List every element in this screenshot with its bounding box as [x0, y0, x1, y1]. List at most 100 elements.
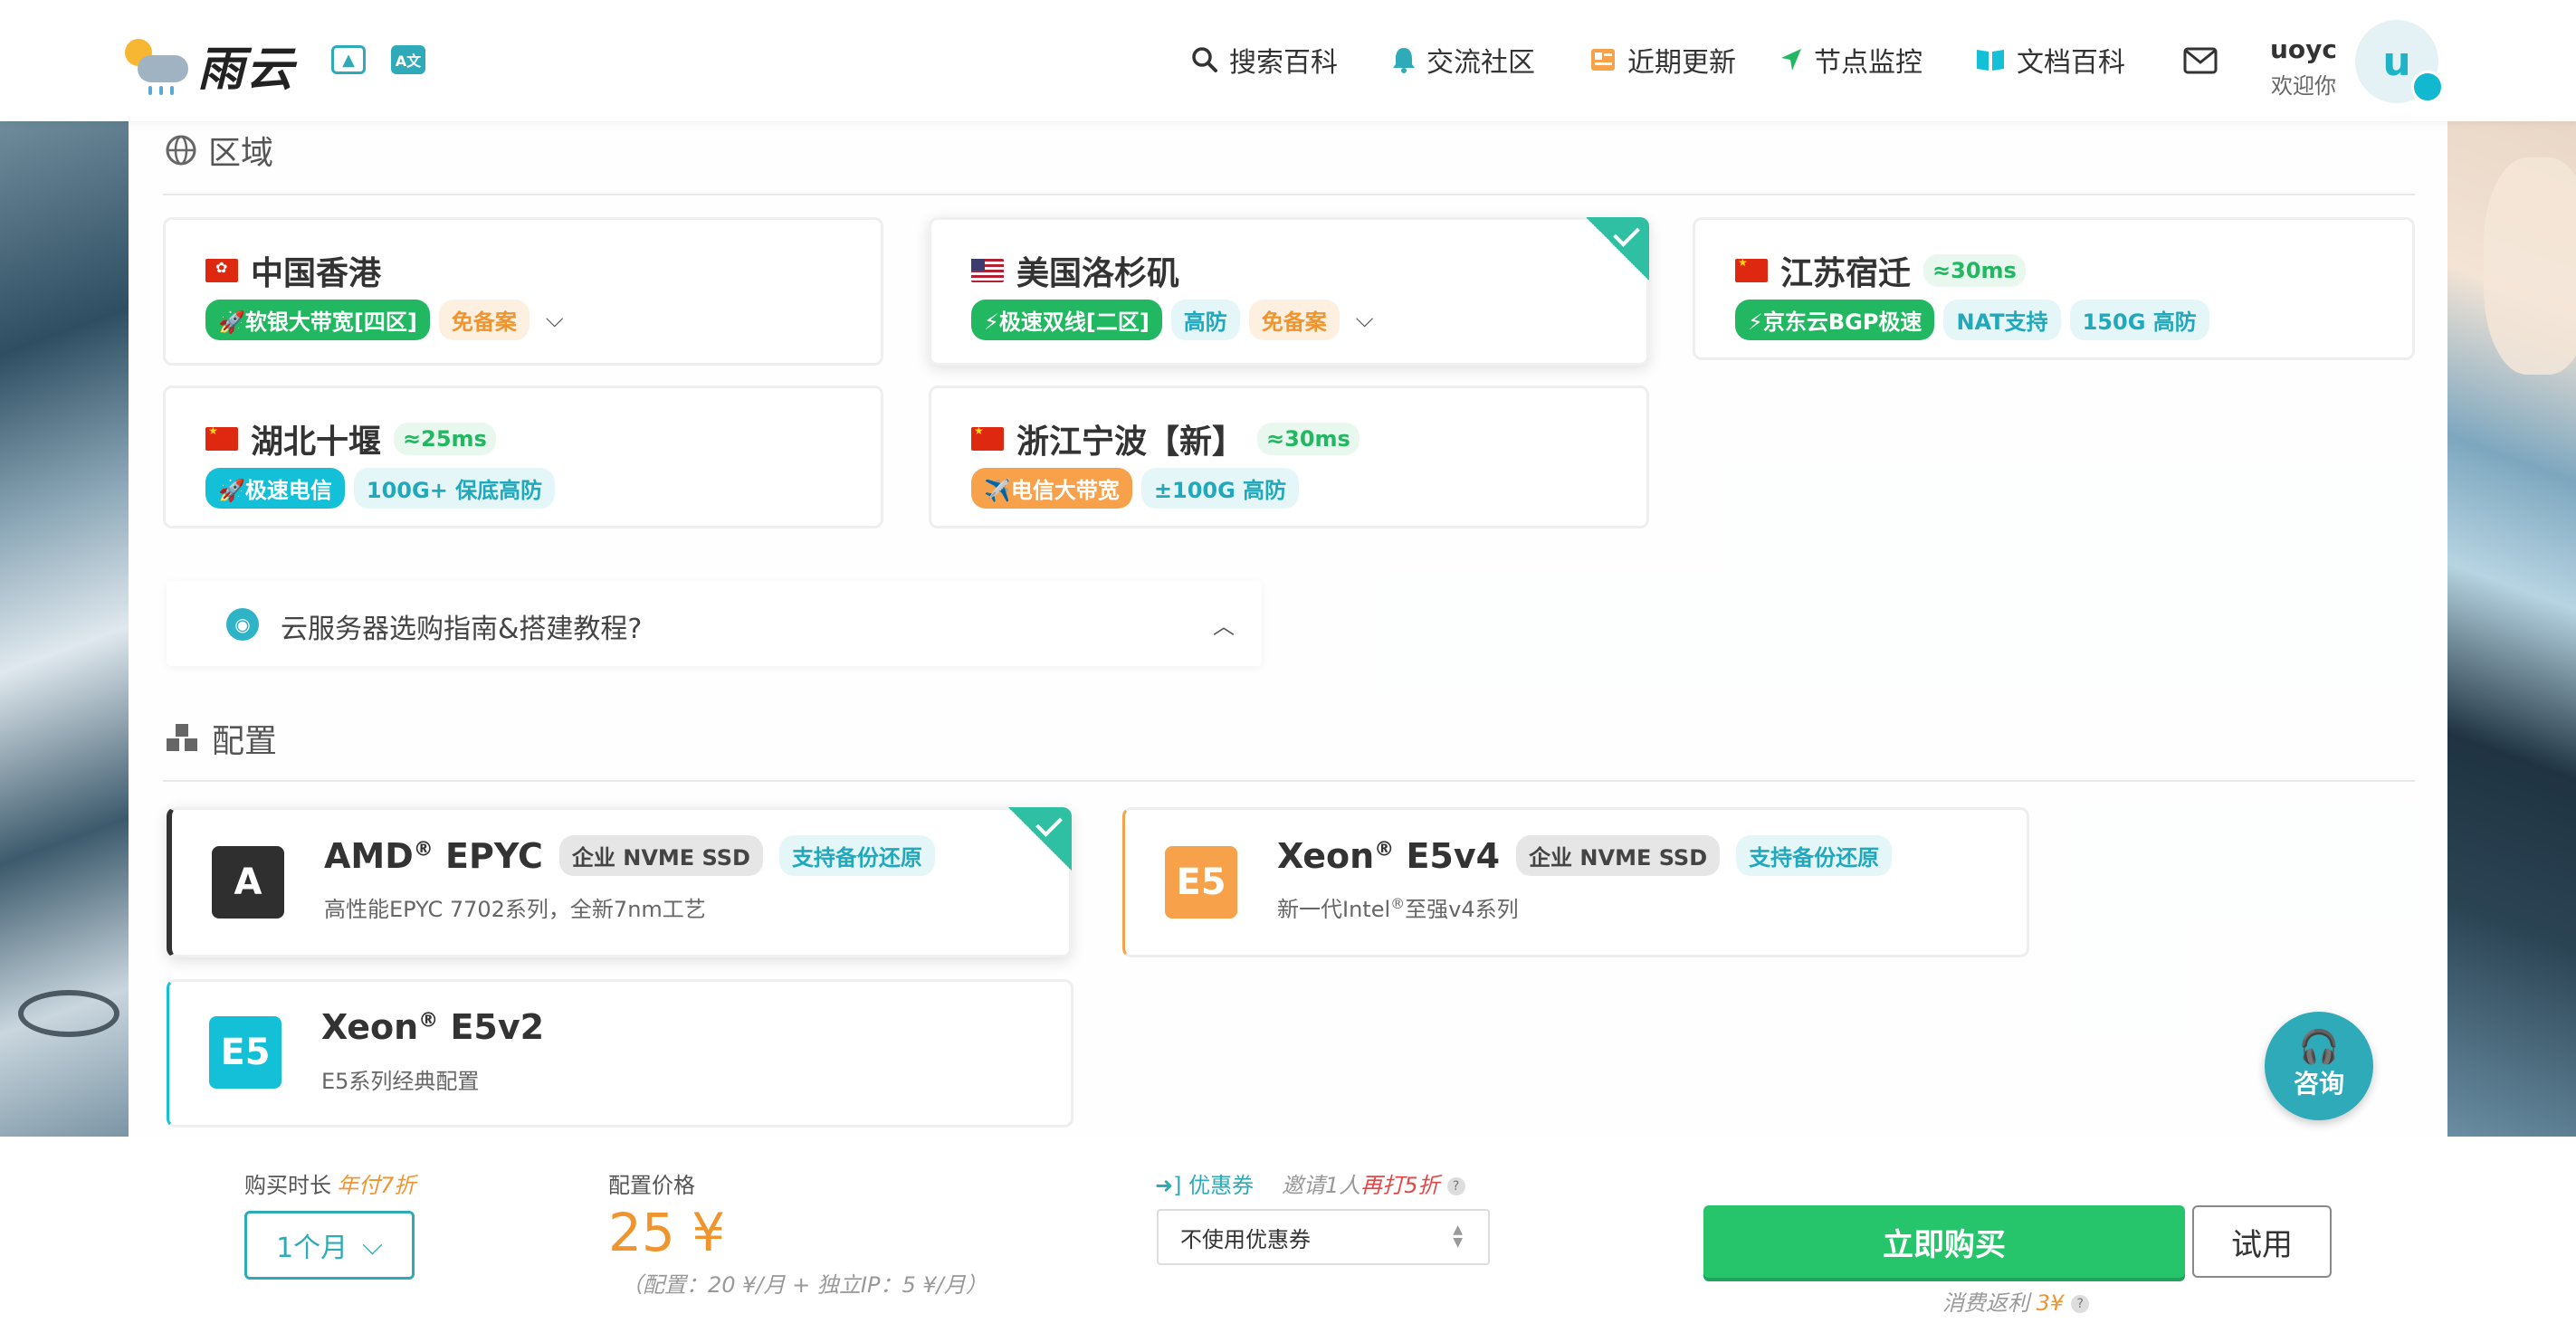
- user-info[interactable]: uoyc 欢迎你: [2270, 34, 2337, 100]
- cfg-name-main: AMD: [324, 835, 414, 876]
- rain-cloud-icon: [123, 35, 192, 95]
- config-section-title: 配置: [165, 715, 277, 762]
- tag: ±100G 高防: [1140, 468, 1300, 509]
- nav-community[interactable]: 交流社区: [1392, 40, 1535, 80]
- region-card-ningbo[interactable]: 浙江宁波【新】 ≈30ms ✈️电信大带宽 ±100G 高防: [929, 385, 1649, 528]
- book-icon: [1977, 50, 2004, 71]
- tag: 🚀极速电信: [205, 468, 345, 509]
- bell-icon: [1393, 48, 1415, 73]
- chevron-up-icon[interactable]: ︿: [1213, 608, 1235, 640]
- cpu-letter-icon: E5: [209, 1016, 281, 1089]
- mail-icon[interactable]: [2183, 47, 2218, 74]
- price-value: 25 ¥: [608, 1202, 726, 1263]
- registered-mark: ®: [1374, 837, 1395, 861]
- config-card-amd-epyc[interactable]: A AMD® EPYC 企业 NVME SSD 支持备份还原 高性能EPYC 7…: [167, 807, 1072, 957]
- coupon-label-text: 优惠券: [1188, 1173, 1255, 1198]
- region-card-hongkong[interactable]: 中国香港 🚀软银大带宽[四区] 免备案 ⌵: [163, 217, 883, 366]
- nav-search[interactable]: 搜索百科: [1191, 40, 1338, 80]
- question-icon[interactable]: ?: [1446, 1177, 1465, 1195]
- region-tags: ✈️电信大带宽 ±100G 高防: [971, 468, 1300, 509]
- globe-icon: [166, 135, 196, 166]
- registered-mark: ®: [418, 1009, 439, 1033]
- region-name-row: 浙江宁波【新】 ≈30ms: [971, 415, 1360, 462]
- region-name-row: 中国香港: [205, 247, 381, 294]
- invite-text: 邀请1人: [1282, 1173, 1361, 1198]
- coupon-select[interactable]: 不使用优惠券 ▲ ▼: [1157, 1209, 1490, 1265]
- config-card-xeon-e5v2[interactable]: E5 Xeon® E5v2 E5系列经典配置: [167, 979, 1073, 1128]
- invite-promo[interactable]: 邀请1人再打5折?: [1282, 1167, 1465, 1199]
- tag: ⚡京东云BGP极速: [1735, 300, 1935, 340]
- avatar-letter: u: [2382, 38, 2411, 85]
- trial-button[interactable]: 试用: [2192, 1205, 2332, 1278]
- region-name: 浙江宁波【新】: [1016, 424, 1245, 461]
- config-title-text: 配置: [212, 723, 278, 760]
- tag: 150G 高防: [2069, 300, 2209, 340]
- cfg-desc: 高性能EPYC 7702系列，全新7nm工艺: [324, 897, 706, 922]
- tag: 高防: [1170, 300, 1240, 340]
- region-name-row: 湖北十堰 ≈25ms: [205, 415, 496, 462]
- question-icon[interactable]: ?: [2071, 1295, 2090, 1313]
- cfg-desc-pre: 新一代Intel: [1277, 897, 1391, 922]
- duration-select[interactable]: 1个月 ⌵: [244, 1211, 415, 1280]
- rebate-value: 3¥: [2036, 1290, 2065, 1316]
- background-art-left: [0, 121, 129, 1137]
- badge: 支持备份还原: [1736, 835, 1893, 876]
- nav-docs[interactable]: 文档百科: [1975, 40, 2125, 80]
- cfg-name-suffix: EPYC: [445, 835, 543, 876]
- search-icon: [1192, 47, 1217, 72]
- headset-icon: 🎧: [2298, 1029, 2340, 1066]
- cfg-name-suffix: E5v2: [450, 1007, 545, 1047]
- region-card-shiyan[interactable]: 湖北十堰 ≈25ms 🚀极速电信 100G+ 保底高防: [163, 385, 883, 528]
- cn-flag-icon: [1735, 256, 1768, 282]
- badge: 企业 NVME SSD: [558, 835, 763, 876]
- chevron-down-icon[interactable]: ⌵: [1356, 306, 1374, 334]
- registered-mark: ®: [413, 837, 434, 861]
- avatar[interactable]: u: [2355, 20, 2444, 103]
- coupon-select-value: 不使用优惠券: [1180, 1226, 1311, 1252]
- config-card-xeon-e5v4[interactable]: E5 Xeon® E5v4 企业 NVME SSD 支持备份还原 新一代Inte…: [1122, 807, 2029, 957]
- price-note: （配置：20 ¥/月 + 独立IP：5 ¥/月）: [621, 1272, 987, 1298]
- region-card-losangeles[interactable]: 美国洛杉矶 ⚡极速双线[二区] 高防 免备案 ⌵: [929, 217, 1649, 366]
- latency-badge: ≈25ms: [394, 423, 496, 455]
- duration-value: 1个月: [276, 1233, 348, 1264]
- region-name-row: 美国洛杉矶: [971, 247, 1179, 294]
- guide-collapse[interactable]: ◉ 云服务器选购指南&搭建教程? ︿: [167, 581, 1262, 666]
- guide-text: 云服务器选购指南&搭建教程?: [281, 614, 643, 645]
- cfg-name-suffix: E5v4: [1406, 835, 1501, 876]
- chevron-down-icon[interactable]: ⌵: [546, 306, 564, 334]
- nav-label: 交流社区: [1426, 47, 1535, 79]
- chevron-down-icon: ⌵: [362, 1229, 383, 1261]
- consult-label: 咨询: [2293, 1069, 2344, 1099]
- cfg-desc-post: 至强v4系列: [1405, 897, 1519, 922]
- nav-monitor[interactable]: 节点监控: [1779, 40, 1922, 80]
- buy-now-button[interactable]: 立即购买: [1703, 1205, 2185, 1278]
- eye-icon: ◉: [226, 608, 259, 641]
- tag: 100G+ 保底高防: [353, 468, 556, 509]
- divider: [163, 194, 2415, 195]
- cfg-desc: 新一代Intel®至强v4系列: [1277, 891, 1519, 923]
- location-arrow-icon: [1781, 49, 1801, 71]
- hk-flag-icon: [205, 259, 238, 282]
- divider: [163, 780, 2415, 782]
- region-card-suqian[interactable]: 江苏宿迁 ≈30ms ⚡京东云BGP极速 NAT支持 150G 高防: [1693, 217, 2415, 360]
- logo[interactable]: 雨云: [123, 31, 295, 99]
- tag: ⚡极速双线[二区]: [971, 300, 1162, 340]
- region-tags: 🚀极速电信 100G+ 保底高防: [205, 468, 556, 509]
- tag: 免备案: [438, 300, 530, 340]
- region-title-text: 区域: [208, 135, 274, 172]
- translate-icon[interactable]: A文: [391, 45, 425, 74]
- registered-mark: ®: [1390, 895, 1406, 912]
- rebate-info: 消费返利 3¥?: [1942, 1285, 2090, 1317]
- sort-arrows-icon: ▲ ▼: [1453, 1223, 1463, 1250]
- nav-updates[interactable]: 近期更新: [1589, 40, 1736, 80]
- cn-flag-icon: [205, 424, 238, 451]
- tag: 免备案: [1248, 300, 1340, 340]
- top-header: 雨云 ▲ A文 搜索百科 交流社区 近期更新 节点监控 文档百科 uoyc 欢迎…: [0, 0, 2576, 121]
- sign-in-icon: ➜]: [1155, 1173, 1182, 1198]
- consult-button[interactable]: 🎧 咨询: [2265, 1012, 2373, 1120]
- background-art-right: [2447, 121, 2576, 1137]
- price-label: 配置价格: [608, 1173, 695, 1198]
- image-icon[interactable]: ▲: [331, 45, 366, 74]
- cpu-letter-icon: A: [212, 846, 284, 918]
- cfg-name-main: Xeon: [321, 1007, 419, 1047]
